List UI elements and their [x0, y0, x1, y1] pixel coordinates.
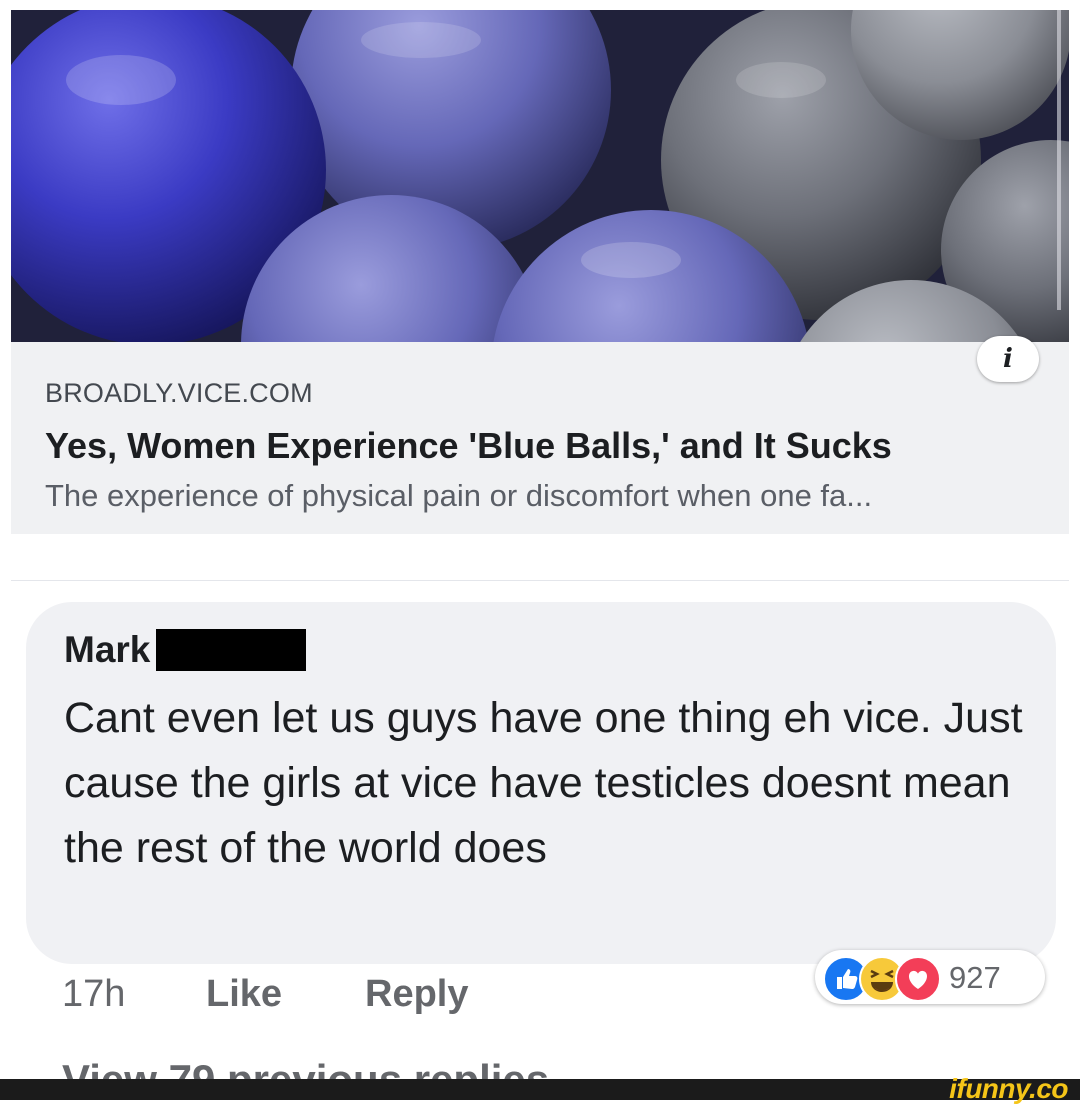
divider	[11, 580, 1069, 581]
reaction-count: 927	[949, 960, 1001, 995]
comment-timestamp[interactable]: 17h	[62, 973, 125, 1016]
link-domain: BROADLY.VICE.COM	[45, 378, 313, 408]
redaction-bar	[156, 629, 307, 671]
author-name[interactable]: Mark	[64, 629, 150, 671]
link-description: The experience of physical pain or disco…	[45, 478, 873, 513]
link-preview-card[interactable]: i BROADLY.VICE.COM Yes, Women Experience…	[11, 10, 1069, 534]
comment-text: Cant even let us guys have one thing eh …	[64, 694, 1023, 872]
view-previous-replies-label: View 79 previous replies	[62, 1056, 549, 1079]
view-previous-replies-link[interactable]: View 79 previous replies	[62, 1052, 582, 1079]
reactions-summary[interactable]: 927	[815, 950, 1045, 1004]
blue-balls-photo	[11, 10, 1069, 342]
reply-button[interactable]: Reply	[365, 973, 468, 1016]
love-reaction-icon	[895, 956, 941, 1002]
link-title[interactable]: Yes, Women Experience 'Blue Balls,' and …	[45, 425, 892, 467]
watermark-bar: ifunny.co	[0, 1073, 1080, 1104]
like-button[interactable]: Like	[206, 973, 282, 1016]
link-thumbnail-image[interactable]	[11, 10, 1069, 342]
comment-author[interactable]: Mark	[64, 629, 307, 671]
info-icon: i	[1003, 344, 1013, 374]
ifunny-watermark: ifunny.co	[949, 1073, 1068, 1104]
info-button[interactable]: i	[977, 336, 1039, 382]
